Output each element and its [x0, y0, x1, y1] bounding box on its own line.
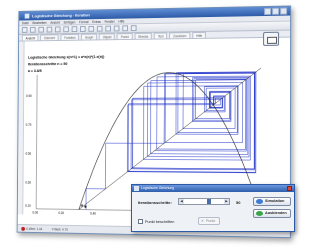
point-button[interactable]: ✕ Punkt	[198, 217, 220, 225]
y-tick-label: 0.30	[25, 181, 31, 185]
iterations-label: Iterationsschritte:	[138, 200, 172, 205]
menu-item-file[interactable]: Datei	[22, 20, 29, 25]
menu-item-window[interactable]: Fenster	[104, 19, 114, 24]
simulation-button[interactable]: Simulation	[253, 197, 291, 206]
menu-item-format[interactable]: Format	[79, 19, 88, 24]
cross-icon: ✕	[201, 219, 205, 223]
save-icon[interactable]	[38, 26, 44, 33]
undo-icon[interactable]	[54, 26, 61, 33]
plot-iterations: Iterationsschritte n = 50	[28, 62, 67, 66]
tab-object[interactable]: Objekt	[98, 33, 116, 40]
hide-button-label: Ausblenden	[265, 211, 287, 215]
play-icon	[256, 199, 263, 204]
dialog-title-bar: Logistische Gleichung	[132, 185, 294, 192]
dialog-title: Logistische Gleichung	[141, 186, 175, 190]
minimize-button[interactable]	[264, 7, 272, 16]
tab-point[interactable]: Punkt	[117, 33, 133, 40]
status-icon	[21, 227, 25, 232]
iterations-slider[interactable]: ◀ ▶	[178, 198, 230, 205]
zoom-in-icon[interactable]	[71, 26, 78, 33]
new-file-icon[interactable]	[21, 27, 28, 33]
menu-item-help[interactable]: Hilfe	[118, 19, 124, 24]
dialog-app-icon	[134, 186, 139, 191]
cobweb-segment	[178, 72, 256, 73]
window-controls	[264, 7, 288, 16]
point-tool-icon[interactable]	[105, 25, 112, 32]
x-tick-label: 0.20	[58, 211, 64, 215]
cobweb-segment	[148, 82, 243, 83]
tab-graph[interactable]: Graph	[81, 33, 98, 40]
iterations-value: 50	[236, 200, 241, 205]
zoom-out-icon[interactable]	[80, 26, 86, 32]
close-button[interactable]	[280, 7, 288, 15]
cobweb-segment	[151, 80, 246, 81]
x-readout-text: X-Wert: 1.44	[25, 227, 43, 232]
hide-icon	[256, 211, 263, 216]
label-point-checkbox[interactable]	[138, 219, 143, 224]
simulation-button-label: Simulation	[265, 199, 285, 203]
y-tick-label: 0.10	[25, 204, 31, 208]
dialog-close-button[interactable]	[287, 186, 292, 191]
tab-element[interactable]: Element	[40, 34, 59, 41]
label-point-option[interactable]: Punkt beschriften	[138, 219, 174, 224]
y-tick-label: 0.70	[26, 123, 32, 127]
axis-icon[interactable]	[96, 25, 103, 32]
point-button-label: Punkt	[206, 219, 216, 223]
status-y-readout: Y-Wert: 4.70	[51, 227, 68, 232]
y-tick-label: 0.50	[26, 152, 32, 156]
plot-parameter: a = 3.8/5	[28, 69, 42, 73]
cobweb-segment	[157, 76, 251, 77]
maximize-button[interactable]	[272, 7, 280, 15]
y-axis	[36, 75, 37, 209]
hide-button[interactable]: Ausblenden	[253, 209, 291, 218]
start-point[interactable]	[84, 205, 87, 208]
tab-function[interactable]: Funktion	[60, 33, 80, 40]
redo-icon[interactable]	[63, 26, 69, 33]
print-icon[interactable]	[46, 26, 53, 33]
tab-view[interactable]: Ansicht	[21, 34, 39, 41]
menu-item-view[interactable]: Ansicht	[50, 20, 60, 25]
y-tick-label: 0.90	[26, 94, 32, 98]
x-tick-label: 0.40	[90, 212, 96, 216]
grid-icon[interactable]	[88, 25, 95, 32]
start-point-label: A	[81, 204, 84, 208]
text-tool-icon[interactable]	[122, 25, 129, 32]
window-title: Logistische Gleichung - Iteration	[32, 12, 90, 19]
slider-right-arrow-icon[interactable]: ▶	[224, 199, 229, 204]
tab-text[interactable]: Text	[154, 32, 168, 39]
label-point-checkbox-label: Punkt beschriften	[145, 219, 175, 224]
plot-title: Logistische Gleichung x(n+1) = a*x(n)*(1…	[28, 55, 105, 60]
menu-item-edit[interactable]: Bearbeiten	[32, 20, 46, 25]
cobweb-segment	[147, 156, 249, 157]
line-tool-icon[interactable]	[113, 25, 120, 32]
simulation-dialog: Logistische Gleichung Iterationsschritte…	[131, 184, 295, 232]
open-file-icon[interactable]	[30, 26, 36, 33]
slider-left-arrow-icon[interactable]: ◀	[179, 199, 184, 204]
app-icon	[24, 14, 30, 19]
tab-segment[interactable]: Strecke	[134, 32, 153, 39]
menu-item-insert[interactable]: Einfügen	[64, 19, 76, 24]
tab-assign[interactable]: Zuweisen	[169, 32, 191, 39]
status-x-readout: X-Wert: 1.44	[21, 225, 42, 232]
cobweb-segment	[143, 159, 250, 160]
tab-help[interactable]: Hilfe	[192, 31, 207, 39]
cobweb-segment	[151, 154, 248, 155]
function-tool-icon[interactable]	[130, 25, 137, 32]
slider-thumb[interactable]	[206, 199, 211, 204]
x-tick-label: 0.00	[32, 211, 38, 215]
menu-item-tools[interactable]: Extras	[92, 19, 101, 24]
